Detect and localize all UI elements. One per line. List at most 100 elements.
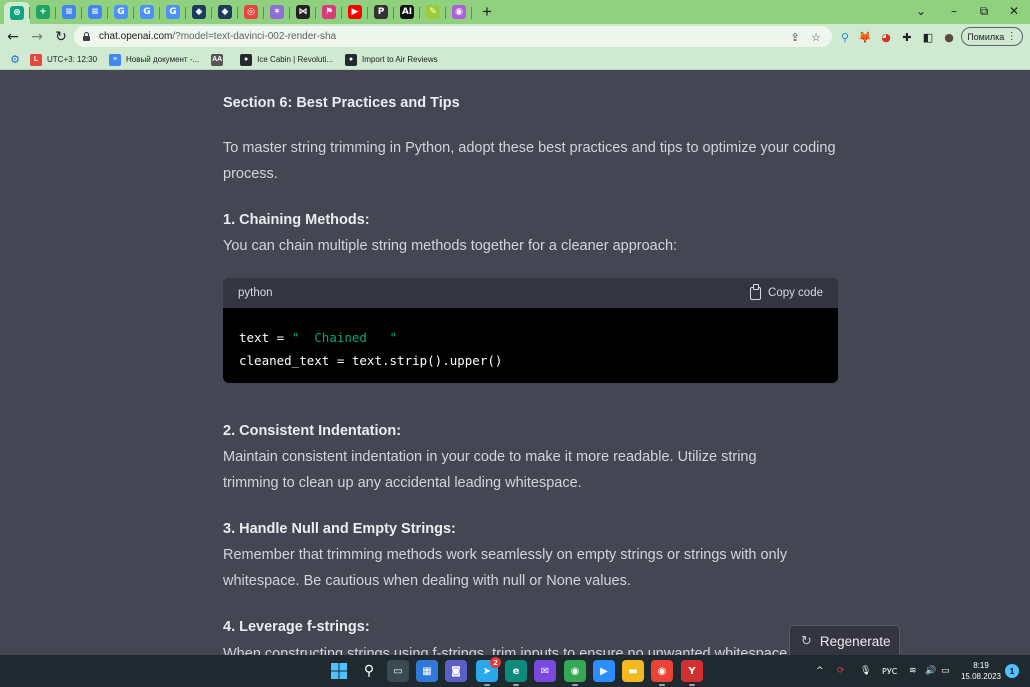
search-icon[interactable]: ⚲ [358, 660, 380, 682]
metamask-icon[interactable]: 🦊 [856, 28, 874, 46]
browser-tab[interactable]: ⚑ [316, 2, 342, 22]
browser-tab[interactable]: ≡ [82, 2, 108, 22]
edge-icon[interactable]: e [505, 660, 527, 686]
clock-time: 8:19 [973, 661, 989, 670]
zoom-icon[interactable]: ▶ [593, 660, 615, 682]
github-icon: ● [240, 53, 253, 66]
ai-icon: AI [400, 5, 414, 19]
extension-dropper-icon[interactable]: ⚲ [836, 28, 854, 46]
browser-tab[interactable]: ◉ [446, 2, 472, 22]
aa-icon: AA [211, 53, 224, 66]
url-text: chat.openai.com/?model=text-davinci-002-… [99, 31, 336, 42]
bookmarks-bar: ⚙ L UTC+3: 12:30 ≡ Новый документ -... AA ● Ic… [0, 50, 1030, 70]
forward-icon[interactable]: → [26, 26, 48, 48]
volume-icon[interactable]: 🔊 [925, 655, 936, 687]
telegram-badge: 2 [490, 657, 501, 668]
docs-icon: ≡ [62, 5, 76, 19]
chrome-icon[interactable]: ◉ [564, 660, 586, 686]
browser-tab[interactable]: ✎ [420, 2, 446, 22]
messenger-icon[interactable]: ✉ [534, 660, 556, 682]
extension-color-icon[interactable]: ◕ [877, 28, 895, 46]
new-tab-icon[interactable]: + [476, 1, 498, 23]
url-host: chat.openai.com [99, 31, 173, 42]
wifi-icon[interactable]: ≋ [909, 655, 917, 687]
extension-settings-icon[interactable]: ⚙ [8, 51, 22, 69]
youtube-icon: ▶ [348, 5, 362, 19]
browser-tab[interactable]: ✶ [264, 2, 290, 22]
profile-error-button[interactable]: Помилка ⋮ [961, 27, 1023, 46]
extensions-puzzle-icon[interactable]: ✚ [898, 28, 916, 46]
microphone-icon[interactable]: 🎙 [860, 655, 871, 687]
browser-tab[interactable]: AI [394, 2, 420, 22]
browser-tab[interactable]: ◆ [212, 2, 238, 22]
task-view-icon[interactable]: ▭ [387, 660, 409, 682]
bookmark-label: Новый документ -... [126, 55, 200, 64]
docs-icon: ≡ [88, 5, 102, 19]
url-path: /?model=text-davinci-002-render-sha [172, 31, 337, 42]
spark-icon: ✶ [270, 5, 284, 19]
battery-icon[interactable]: ▭ [941, 655, 950, 687]
browser-tab[interactable]: G [108, 2, 134, 22]
language-indicator[interactable]: РУС [882, 655, 897, 687]
bookmark-label: Import to Air Reviews [362, 55, 438, 64]
tip3-text: Remember that trimming methods work seam… [223, 547, 788, 589]
tip1-text: You can chain multiple string methods to… [223, 238, 678, 254]
lock-icon [82, 32, 91, 41]
browser-tab[interactable]: ◆ [186, 2, 212, 22]
browser-tab[interactable]: G [160, 2, 186, 22]
sheets-icon: + [36, 5, 50, 19]
clock[interactable]: 8:19 15.08.2023 [960, 660, 1002, 682]
regenerate-button[interactable]: ↻ Regenerate [789, 625, 900, 655]
target-icon: ◎ [244, 5, 258, 19]
browser-tab[interactable]: + [30, 2, 56, 22]
bookmark-item[interactable]: ● Import to Air Reviews [345, 53, 438, 66]
browser-tab[interactable]: ◎ [238, 2, 264, 22]
code-line2: cleaned_text = text.strip().upper() [239, 353, 503, 368]
side-panel-icon[interactable]: ◧ [919, 28, 937, 46]
reload-icon[interactable]: ↻ [50, 26, 72, 48]
share-icon[interactable]: ⇪ [786, 28, 804, 46]
flag-icon: ⚑ [322, 5, 336, 19]
chrome-active-icon[interactable]: ◉ [651, 660, 673, 686]
browser-tab[interactable]: ⋈ [290, 2, 316, 22]
tray-app-icon[interactable]: ⟳ [837, 655, 845, 687]
avatar[interactable]: ● [940, 28, 958, 46]
refresh-icon: ↻ [801, 634, 812, 649]
tab-search-icon[interactable]: ⌄ [905, 0, 937, 22]
shield-icon: ◆ [218, 5, 232, 19]
browser-tab[interactable]: ⊛ [4, 2, 30, 24]
widgets-icon[interactable]: ▦ [416, 660, 438, 682]
tip4-text: When constructing strings using f-string… [223, 646, 788, 655]
github-icon: ● [345, 53, 358, 66]
telegram-icon[interactable]: ➤ 2 [476, 657, 501, 686]
start-icon[interactable] [328, 660, 350, 682]
teams-chat-icon[interactable]: ◙ [445, 660, 467, 682]
intro-paragraph: To master string trimming in Python, ado… [223, 140, 836, 182]
yandex-browser-icon[interactable]: Y [681, 660, 703, 686]
address-bar[interactable]: chat.openai.com/?model=text-davinci-002-… [74, 26, 832, 47]
minimize-button[interactable]: – [938, 0, 970, 22]
copy-code-button[interactable]: Copy code [750, 283, 823, 300]
back-icon[interactable]: ← [2, 26, 24, 48]
translate-icon: G [166, 5, 180, 19]
bookmark-star-icon[interactable]: ☆ [807, 28, 825, 46]
bookmark-item[interactable]: L UTC+3: 12:30 [30, 53, 97, 66]
bookmark-label: Ice Cabin | Revoluti... [257, 55, 334, 64]
tray-overflow-icon[interactable]: ^ [816, 655, 824, 687]
browser-tab[interactable]: G [134, 2, 160, 22]
browser-tab[interactable]: ≡ [56, 2, 82, 22]
restore-button[interactable]: ⧉ [968, 0, 1000, 22]
circle-icon: ◉ [452, 5, 466, 19]
tab-strip: ⊛ + ≡ ≡ G G G ◆ ◆ ◎ ✶ ⋈ ⚑ ▶ P AI ✎ ◉ + [0, 0, 1030, 24]
profile-error-label: Помилка [967, 31, 1005, 42]
browser-tab[interactable]: P [368, 2, 394, 22]
p-icon: P [374, 5, 388, 19]
bookmark-item[interactable]: ● Ice Cabin | Revoluti... [240, 53, 334, 66]
bookmark-item[interactable]: ≡ Новый документ -... [109, 53, 200, 66]
notification-badge[interactable]: 1 [1005, 664, 1019, 678]
file-explorer-icon[interactable]: ▬ [622, 660, 644, 682]
close-button[interactable]: ✕ [998, 0, 1030, 22]
browser-tab[interactable]: ▶ [342, 2, 368, 22]
bookmark-item[interactable]: AA [211, 53, 228, 66]
tip4-title: 4. Leverage f-strings: [223, 619, 370, 635]
